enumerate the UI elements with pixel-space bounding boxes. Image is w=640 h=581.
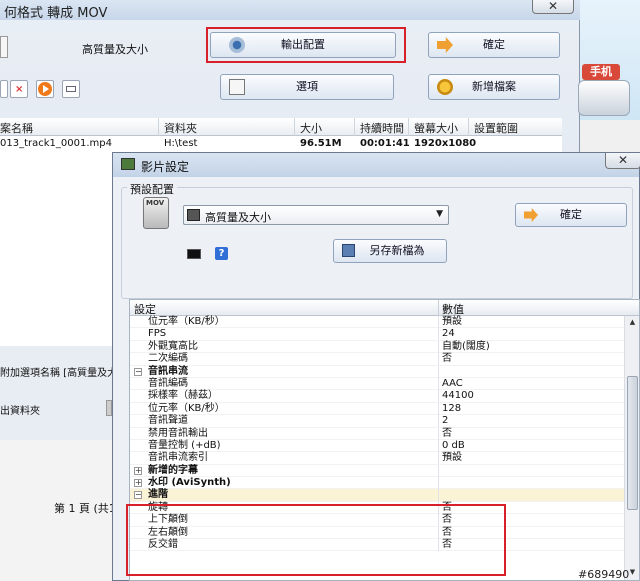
info-icon[interactable]	[62, 80, 80, 98]
highlight-advanced-section	[126, 504, 506, 576]
setting-name: 二次編碼	[148, 353, 188, 365]
settings-row[interactable]: 音訊編碼 AAC	[130, 377, 624, 391]
help-icon[interactable]: ?	[215, 247, 228, 260]
setting-value[interactable]: 否	[442, 353, 452, 365]
save-as-button[interactable]: 另存新檔為	[333, 239, 447, 263]
setting-name: 外觀寬高比	[148, 340, 198, 352]
settings-row[interactable]: 位元率（KB/秒） 預設	[130, 316, 624, 329]
setting-name: 音訊聲道	[148, 415, 188, 427]
settings-scrollbar[interactable]: ▲ ▼	[624, 316, 639, 580]
settings-grid-header: 設定 數值	[130, 300, 639, 316]
setting-name: 進階	[148, 489, 168, 501]
setting-value[interactable]: 2	[442, 415, 448, 427]
setting-name: 位元率（KB/秒）	[148, 402, 225, 414]
setting-name: 音量控制 (+dB)	[148, 439, 221, 451]
expand-toggle-icon[interactable]: +	[134, 466, 142, 475]
play-icon[interactable]	[36, 80, 54, 98]
setting-value[interactable]: AAC	[442, 378, 463, 390]
page-indicator: 第 1 頁 (共1	[54, 502, 116, 515]
setting-name: 音訊串流索引	[148, 452, 208, 464]
column-setting-header: 設定	[134, 303, 156, 316]
settings-row[interactable]: 禁用音訊輸出 否	[130, 427, 624, 440]
arrow-right-icon	[437, 37, 453, 53]
dialog-close-button[interactable]: ✕	[605, 153, 640, 169]
dialog-title: 影片設定	[141, 160, 190, 174]
output-folder-label: 出資料夾	[0, 406, 40, 417]
setting-name: 音訊串流	[148, 365, 188, 377]
file-icon	[0, 36, 8, 58]
background-titlebar: 何格式 轉成 MOV	[0, 0, 580, 21]
settings-row[interactable]: 二次編碼 否	[130, 353, 624, 366]
settings-category-row[interactable]: − 音訊串流	[130, 365, 624, 378]
append-option-text: 附加選項名稱 [高質量及大	[0, 368, 118, 379]
settings-row[interactable]: 外觀寬高比 自動(闊度)	[130, 340, 624, 354]
expand-toggle-icon[interactable]: +	[134, 479, 142, 488]
mov-file-icon: MOV	[143, 197, 169, 229]
setting-name: FPS	[148, 328, 167, 340]
save-icon	[342, 244, 355, 257]
expand-toggle-icon[interactable]: −	[134, 491, 142, 500]
add-file-button[interactable]: 新增檔案	[428, 74, 560, 100]
bottom-left-panel	[0, 346, 112, 440]
command-line-icon[interactable]	[187, 249, 201, 259]
delete-icon[interactable]: ×	[10, 80, 28, 98]
background-close-button[interactable]: ✕	[532, 0, 574, 14]
setting-value[interactable]: 44100	[442, 390, 474, 402]
settings-row[interactable]: 位元率（KB/秒） 128	[130, 402, 624, 416]
add-file-icon	[437, 79, 453, 95]
setting-value[interactable]: 預設	[442, 452, 462, 464]
file-resolution-cell: 1920x1080	[414, 138, 477, 149]
file-duration-cell: 00:01:41	[360, 138, 410, 149]
expand-toggle-icon[interactable]: −	[134, 367, 142, 376]
file-name-cell[interactable]: 013_track1_0001.mp4	[0, 138, 112, 149]
toolbar-icon-1[interactable]	[0, 80, 8, 98]
highlight-output-config	[206, 27, 406, 63]
setting-name: 採樣率（赫茲）	[148, 390, 218, 402]
watermark-text: #689490	[578, 568, 630, 581]
dropdown-arrow-icon: ▼	[436, 209, 443, 219]
settings-row[interactable]: 音訊聲道 2	[130, 415, 624, 428]
setting-name: 水印 (AviSynth)	[148, 477, 231, 489]
setting-value[interactable]: 自動(闊度)	[442, 341, 490, 353]
setting-value[interactable]: 0 dB	[442, 440, 465, 452]
confirm-button[interactable]: 確定	[428, 32, 560, 58]
file-size-cell: 96.51M	[300, 138, 342, 149]
settings-row[interactable]: 採樣率（赫茲） 44100	[130, 390, 624, 403]
settings-row[interactable]: 音訊串流索引 預設	[130, 452, 624, 465]
setting-name: 位元率（KB/秒）	[148, 316, 225, 327]
preset-selected-value: 高質量及大小	[205, 211, 271, 224]
options-icon	[229, 79, 245, 95]
dialog-confirm-button[interactable]: 確定	[515, 203, 627, 227]
settings-category-row[interactable]: − 進階	[130, 489, 624, 502]
file-folder-cell: H:\test	[164, 138, 198, 149]
phone-label: 手机	[582, 64, 620, 80]
setting-value[interactable]: 128	[442, 403, 461, 415]
settings-row[interactable]: 音量控制 (+dB) 0 dB	[130, 439, 624, 453]
options-button[interactable]: 選項	[220, 74, 394, 100]
setting-value[interactable]: 否	[442, 428, 452, 440]
setting-name: 音訊編碼	[148, 377, 188, 389]
arrow-right-icon	[524, 208, 538, 222]
setting-name: 新增的字幕	[148, 464, 198, 476]
settings-row[interactable]: FPS 24	[130, 328, 624, 341]
settings-category-row[interactable]: + 水印 (AviSynth)	[130, 477, 624, 490]
phone-image	[578, 80, 630, 116]
preset-select[interactable]: 高質量及大小 ▼	[183, 205, 449, 225]
preset-group-label: 預設配置	[127, 181, 177, 197]
settings-category-row[interactable]: + 新增的字幕	[130, 464, 624, 478]
setting-value[interactable]: 預設	[442, 316, 462, 328]
dialog-titlebar: 影片設定	[113, 153, 639, 177]
quality-label: 高質量及大小	[82, 43, 148, 56]
setting-name: 禁用音訊輸出	[148, 427, 208, 439]
film-icon	[187, 209, 200, 221]
scroll-up-icon[interactable]: ▲	[627, 318, 638, 328]
film-icon	[121, 158, 135, 170]
scroll-thumb[interactable]	[627, 376, 638, 510]
background-window-title: 何格式 轉成 MOV	[4, 6, 108, 21]
file-table-header: 案名稱 資料夾 大小 持續時間 螢幕大小 設置範圍	[0, 118, 562, 136]
setting-value[interactable]: 24	[442, 328, 455, 340]
column-value-header: 數值	[442, 303, 464, 316]
